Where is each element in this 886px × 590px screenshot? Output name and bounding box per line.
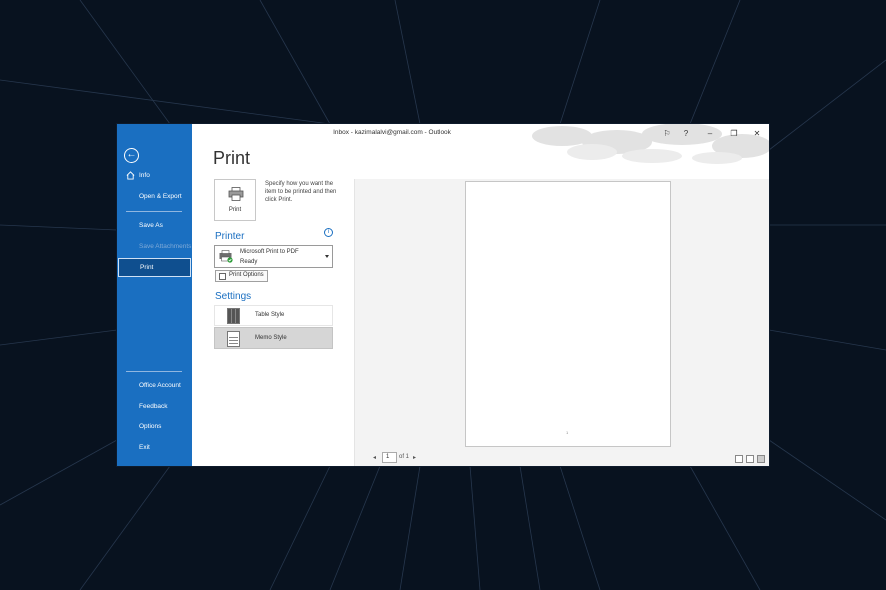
print-options-icon [219, 273, 226, 280]
total-pages-label: of 1 [399, 454, 410, 460]
sidebar-item-office-account[interactable]: Office Account [117, 377, 192, 395]
help-icon[interactable]: ? [679, 127, 693, 141]
sidebar-item-label: Save As [139, 222, 163, 229]
print-options-label: Print Options [229, 272, 264, 278]
memo-style-icon [227, 331, 240, 347]
title-bar: Inbox - kazimalalvi@gmail.com - Outlook … [192, 124, 769, 164]
style-option-table[interactable]: Table Style [214, 305, 333, 326]
printer-dropdown[interactable]: Microsoft Print to PDF Ready [214, 245, 333, 268]
sidebar-item-label: Open & Export [139, 193, 182, 200]
multiple-pages-icon[interactable] [757, 455, 765, 463]
style-label: Memo Style [255, 335, 287, 341]
settings-section-title: Settings [215, 291, 252, 302]
table-style-icon [227, 308, 240, 324]
prev-page-icon[interactable]: ◂ [373, 454, 376, 461]
home-icon [126, 171, 135, 180]
next-page-icon[interactable]: ▸ [413, 454, 416, 461]
outlook-window: ← Info Open & Export Save As Save Attach… [117, 124, 769, 466]
sidebar-separator [126, 211, 182, 212]
sidebar-item-label: Options [139, 423, 162, 430]
close-icon[interactable]: ✕ [750, 127, 764, 141]
printer-section-title: Printer [215, 231, 245, 242]
printer-status: Ready [240, 259, 258, 265]
pdf-printer-icon [219, 250, 233, 263]
coauthor-icon[interactable]: ⚐ [660, 127, 674, 141]
backstage-sidebar: ← Info Open & Export Save As Save Attach… [117, 124, 192, 466]
sidebar-item-label: Office Account [139, 382, 181, 389]
print-description: Specify how you want the item to be prin… [265, 181, 337, 203]
minimize-icon[interactable]: – [703, 127, 717, 141]
sidebar-item-label: Info [139, 172, 150, 179]
sidebar-item-exit[interactable]: Exit [117, 439, 192, 457]
actual-size-icon[interactable] [735, 455, 743, 463]
sidebar-item-info[interactable]: Info [117, 167, 192, 185]
print-button-label: Print [228, 207, 242, 213]
sidebar-item-label: Feedback [139, 403, 168, 410]
sidebar-item-save-attachments: Save Attachments [117, 238, 192, 256]
sidebar-item-label: Exit [139, 444, 150, 451]
sidebar-item-label: Print [140, 264, 154, 271]
chevron-down-icon [325, 255, 329, 258]
page-title: Print [213, 148, 251, 168]
print-options-button[interactable]: Print Options [215, 270, 268, 282]
info-icon[interactable]: i [324, 228, 333, 237]
sidebar-item-options[interactable]: Options [117, 418, 192, 436]
preview-page: 1 [465, 181, 671, 447]
print-button[interactable]: Print [214, 179, 256, 221]
style-option-memo[interactable]: Memo Style [214, 327, 333, 349]
restore-icon[interactable]: ❐ [727, 127, 741, 141]
page-number-mark: 1 [566, 430, 569, 435]
sidebar-item-label: Save Attachments [139, 243, 192, 250]
sidebar-item-print[interactable]: Print [118, 258, 191, 277]
back-arrow-icon[interactable]: ← [124, 148, 139, 163]
print-preview-area: 1 ◂ 1 of 1 ▸ [355, 179, 769, 466]
sidebar-separator [126, 371, 182, 372]
page-number-input[interactable]: 1 [382, 452, 397, 463]
window-title: Inbox - kazimalalvi@gmail.com - Outlook [333, 129, 451, 136]
sidebar-item-open-export[interactable]: Open & Export [117, 188, 192, 206]
printer-name: Microsoft Print to PDF [240, 249, 299, 255]
sidebar-item-feedback[interactable]: Feedback [117, 398, 192, 416]
sidebar-item-save-as[interactable]: Save As [117, 217, 192, 235]
one-page-icon[interactable] [746, 455, 754, 463]
printer-icon [228, 187, 244, 201]
style-label: Table Style [255, 312, 285, 318]
